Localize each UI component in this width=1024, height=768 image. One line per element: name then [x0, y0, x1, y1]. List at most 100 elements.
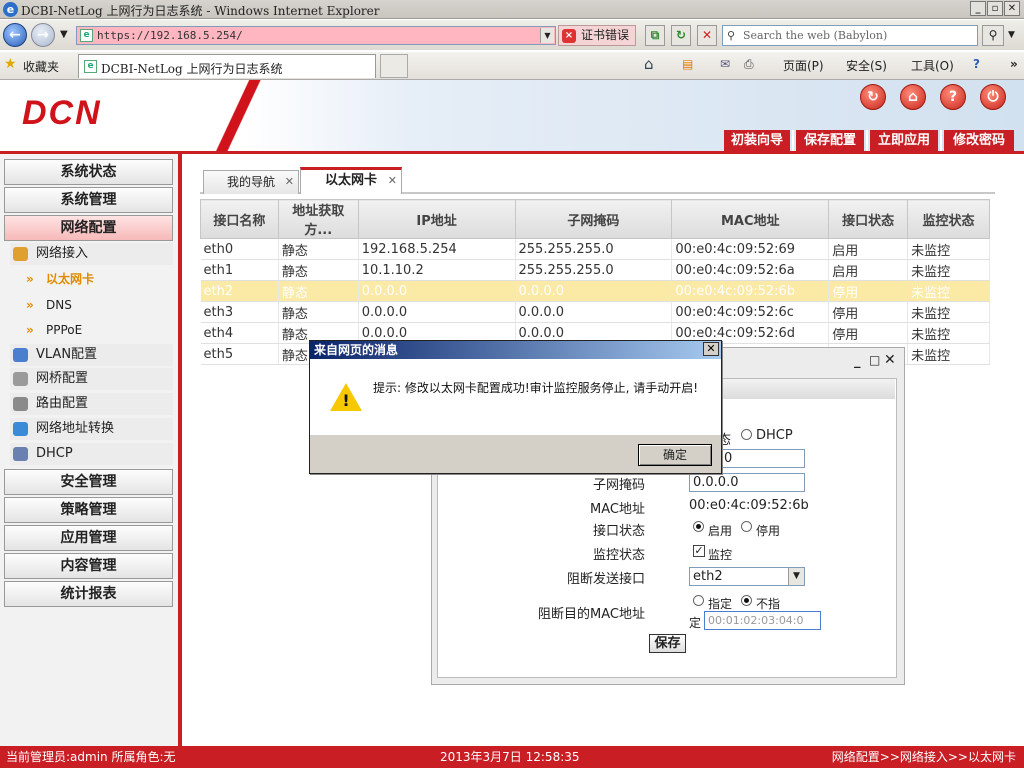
sidebar-sub-pppoe[interactable]: » PPPoE	[26, 319, 82, 341]
block-mac-input[interactable]: 00:01:02:03:04:0	[704, 611, 821, 630]
ie-icon: e	[3, 2, 18, 17]
search-options-icon[interactable]: ▼	[1008, 30, 1015, 40]
sidebar-item-vlan[interactable]: VLAN配置	[10, 344, 173, 366]
save-config-link[interactable]: 保存配置	[796, 130, 864, 152]
refresh-icon[interactable]: ↻	[860, 84, 886, 110]
panel-minimize-icon[interactable]: _	[854, 354, 861, 369]
home-icon[interactable]: ⌂	[900, 84, 926, 110]
dhcp-icon	[13, 447, 28, 461]
search-go-button[interactable]: ⚲	[982, 25, 1004, 46]
help-icon[interactable]: ?	[973, 57, 980, 71]
home-icon[interactable]: ⌂	[644, 55, 654, 73]
apply-now-link[interactable]: 立即应用	[870, 130, 938, 152]
compatibility-icon[interactable]: ⧉	[645, 25, 665, 46]
status-bar: 当前管理员:admin 所属角色:无 2013年3月7日 12:58:35 网络…	[0, 746, 1024, 768]
tab-my-navigation[interactable]: 我的导航 ✕	[203, 170, 299, 194]
sidebar-content[interactable]: 内容管理	[4, 553, 173, 579]
cell-mask: 0.0.0.0	[515, 301, 673, 323]
enable-label: 启用	[708, 524, 733, 538]
monitor-checkbox[interactable]: ✓	[693, 545, 705, 557]
specify-radio[interactable]	[693, 595, 704, 606]
sidebar-system-management[interactable]: 系统管理	[4, 187, 173, 213]
col-ip[interactable]: IP地址	[357, 199, 516, 239]
tools-menu[interactable]: 工具(O)	[911, 57, 954, 74]
table-row[interactable]: eth0 静态 192.168.5.254 255.255.255.0 00:e0:4c…	[200, 238, 990, 260]
save-button[interactable]: 保存	[649, 634, 686, 653]
sidebar-network-config[interactable]: 网络配置	[4, 215, 173, 241]
table-row[interactable]: eth3 静态 0.0.0.0 0.0.0.0 00:e0:4c:09:52:6c 停用未…	[200, 301, 990, 323]
col-interface-name[interactable]: 接口名称	[200, 199, 279, 239]
tab-ethernet[interactable]: 以太网卡 ✕	[300, 167, 402, 194]
col-if-state[interactable]: 接口状态	[828, 199, 909, 239]
sidebar-security[interactable]: 安全管理	[4, 469, 173, 495]
close-icon[interactable]: ✕	[285, 171, 294, 193]
new-tab-button[interactable]	[380, 54, 408, 78]
dhcp-radio[interactable]	[741, 429, 752, 440]
minimize-button[interactable]: _	[970, 1, 986, 16]
block-if-select[interactable]: eth2 ▼	[689, 567, 805, 586]
change-password-link[interactable]: 修改密码	[944, 130, 1014, 152]
history-dropdown-icon[interactable]: ▼	[60, 29, 68, 40]
sidebar-application[interactable]: 应用管理	[4, 525, 173, 551]
cell-monitor-state: 未监控	[907, 259, 990, 281]
close-window-button[interactable]: ✕	[1004, 1, 1020, 16]
maximize-button[interactable]: ▫	[987, 1, 1003, 16]
sidebar-item-bridge[interactable]: 网桥配置	[10, 368, 173, 390]
sidebar-item-dhcp[interactable]: DHCP	[10, 443, 173, 465]
close-icon[interactable]: ✕	[388, 170, 397, 192]
cell-interface-name: eth1	[200, 259, 279, 281]
chevron-down-icon[interactable]: ▼	[788, 568, 804, 585]
cell-if-state: 停用	[828, 322, 909, 344]
browser-tab[interactable]: e DCBI-NetLog 上网行为日志系统	[78, 54, 376, 78]
page-menu[interactable]: 页面(P)	[783, 57, 824, 74]
help-icon[interactable]: ?	[940, 84, 966, 110]
refresh-icon[interactable]: ↻	[671, 25, 691, 46]
col-acquire-method[interactable]: 地址获取方...	[277, 199, 359, 239]
col-mac[interactable]: MAC地址	[671, 199, 830, 239]
stop-icon[interactable]: ✕	[697, 25, 717, 46]
mask-input[interactable]: 0.0.0.0	[689, 473, 805, 492]
address-bar[interactable]: e https://192.168.5.254/ ▼	[76, 26, 556, 45]
panel-maximize-icon[interactable]: □	[869, 353, 880, 367]
sidebar-system-status[interactable]: 系统状态	[4, 159, 173, 185]
col-monitor-state[interactable]: 监控状态	[907, 199, 990, 239]
back-button[interactable]: ←	[3, 23, 27, 47]
sidebar-policy[interactable]: 策略管理	[4, 497, 173, 523]
certificate-error-button[interactable]: × 证书错误	[558, 25, 636, 46]
mail-icon[interactable]: ✉	[720, 57, 730, 71]
setup-wizard-link[interactable]: 初装向导	[724, 130, 790, 152]
cell-mac: 00:e0:4c:09:52:69	[671, 238, 830, 260]
not-specify-radio[interactable]	[741, 595, 752, 606]
block-mac-label: 阻断目的MAC地址	[538, 607, 645, 622]
toolbar-overflow-icon[interactable]: »	[1010, 57, 1018, 71]
logout-icon[interactable]: ⏻	[980, 84, 1006, 110]
favorites-button[interactable]: 收藏夹	[23, 58, 59, 75]
safety-menu[interactable]: 安全(S)	[846, 57, 887, 74]
enable-radio[interactable]	[693, 521, 704, 532]
address-dropdown-icon[interactable]: ▼	[540, 28, 554, 43]
ok-button[interactable]: 确定	[638, 444, 712, 466]
print-icon[interactable]: ⎙	[744, 57, 754, 72]
sidebar-item-nat[interactable]: 网络地址转换	[10, 418, 173, 440]
dialog-close-icon[interactable]: ✕	[703, 342, 719, 356]
table-row[interactable]: eth1 静态 10.1.10.2 255.255.255.0 00:e0:4c:09:…	[200, 259, 990, 281]
feeds-icon[interactable]: ▤	[682, 57, 693, 71]
forward-button[interactable]: →	[31, 23, 55, 47]
sidebar-item-network-access[interactable]: 网络接入	[10, 243, 173, 265]
sidebar-item-routing[interactable]: 路由配置	[10, 393, 173, 415]
sidebar-sub-dns[interactable]: » DNS	[26, 294, 72, 316]
sidebar-reports[interactable]: 统计报表	[4, 581, 173, 607]
disable-radio[interactable]	[741, 521, 752, 532]
shield-icon: ×	[562, 29, 576, 43]
panel-close-icon[interactable]: ✕	[884, 352, 896, 368]
cell-if-state: 启用	[828, 259, 909, 281]
col-mask[interactable]: 子网掩码	[514, 199, 673, 239]
cell-monitor-state: 未监控	[907, 238, 990, 260]
admin-info: 当前管理员:admin 所属角色:无	[6, 750, 176, 764]
cell-if-state: 停用	[828, 301, 909, 323]
cell-acquire-method: 静态	[278, 301, 359, 323]
table-row[interactable]: eth2 静态 0.0.0.0 0.0.0.0 00:e0:4c:09:52:6b 停用未…	[200, 280, 990, 302]
sidebar-sub-ethernet[interactable]: » 以太网卡	[26, 268, 94, 290]
search-input[interactable]: ⚲ Search the web (Babylon)	[722, 25, 978, 46]
sidebar-item-label: 网络接入	[36, 246, 89, 261]
